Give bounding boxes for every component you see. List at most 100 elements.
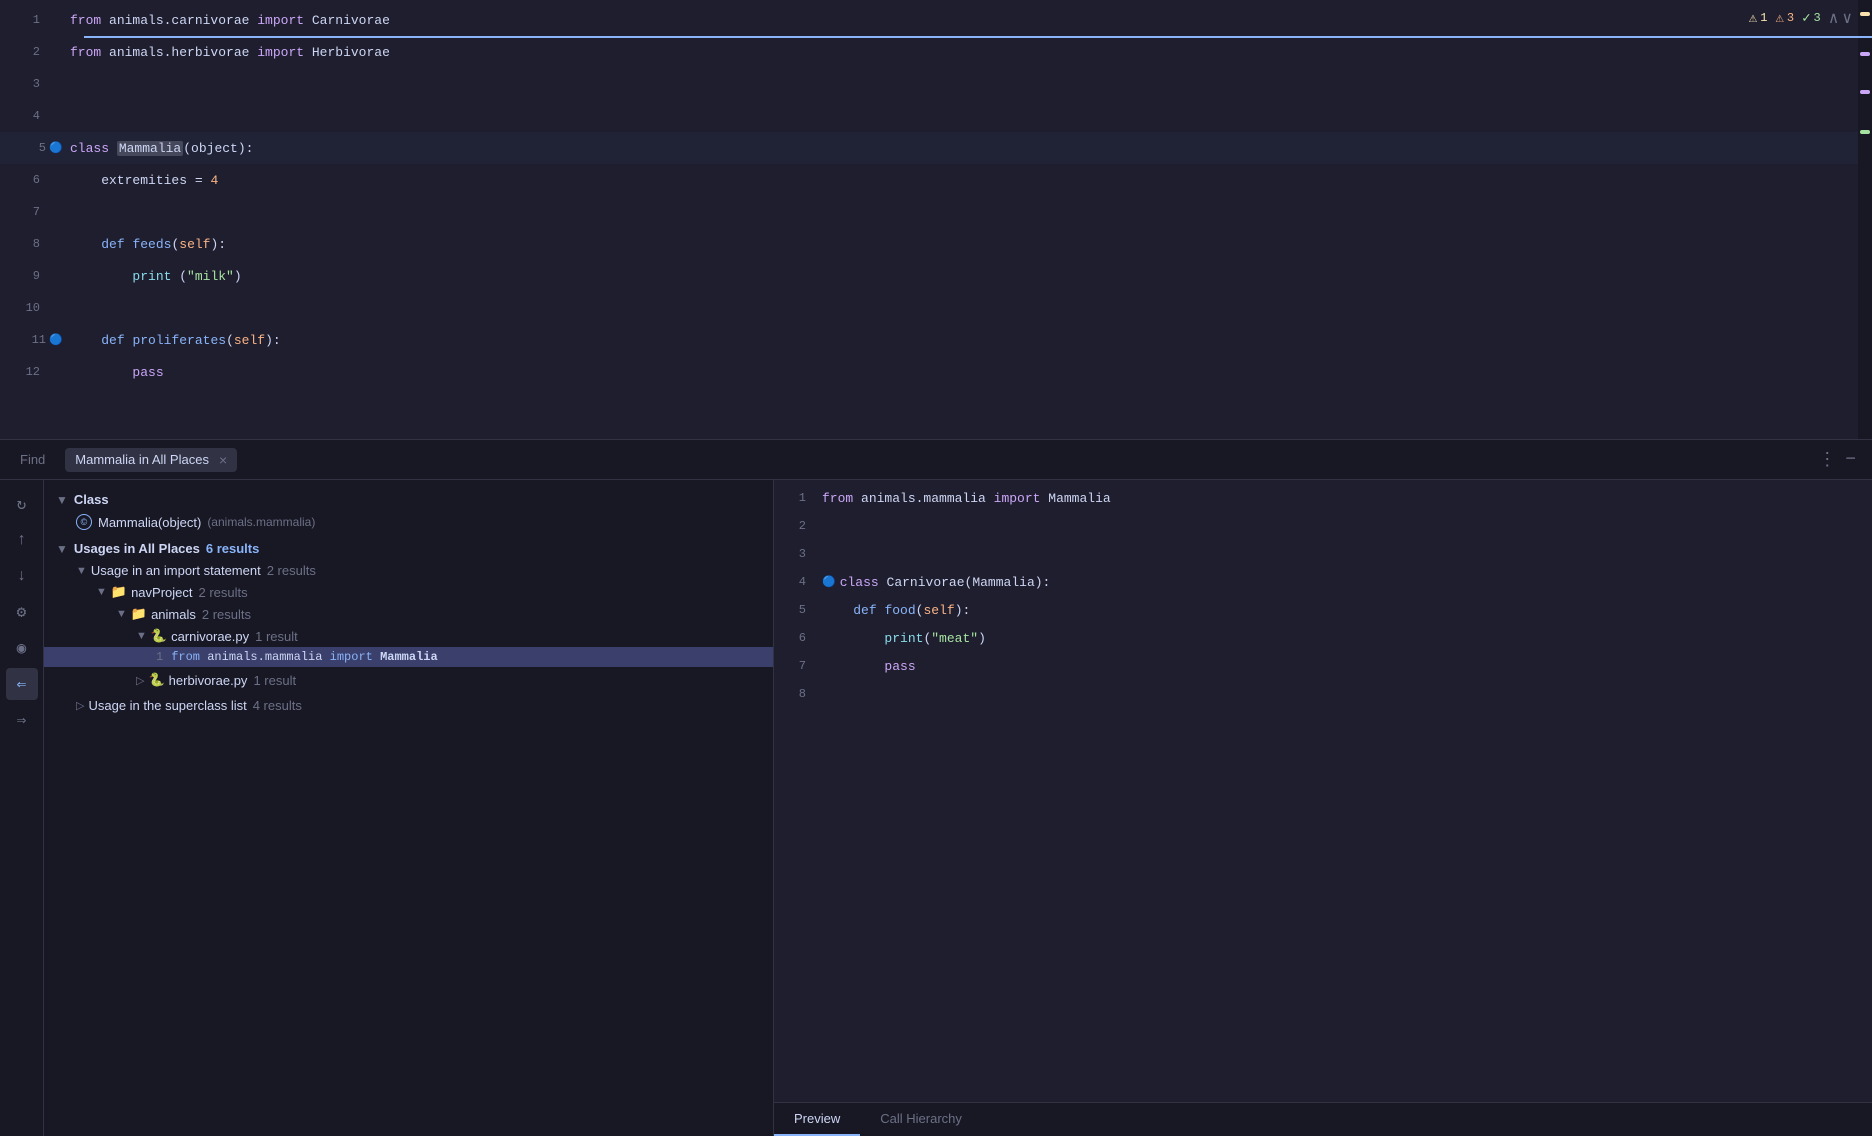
sidebar-icon-left-arrow[interactable]: ⇐ [6, 668, 38, 700]
preview-line-num: 2 [782, 512, 822, 540]
keyword-self: self [234, 333, 265, 348]
code-text [125, 237, 133, 252]
result-line-item[interactable]: 1 from animals.mammalia import Mammalia [44, 647, 773, 667]
line-number: 12 [18, 365, 40, 379]
result-from-keyword: from [171, 650, 200, 664]
keyword-class: class [70, 141, 109, 156]
kw-from: from [822, 491, 853, 506]
chevron-icon: ▼ [96, 586, 107, 598]
chevron-icon: ▼ [136, 630, 147, 642]
tab-close-button[interactable]: × [219, 452, 227, 468]
three-dot-menu[interactable]: ⋮ [1818, 449, 1837, 471]
gutter-icon-5[interactable]: 🔵 [46, 141, 66, 155]
code-text [109, 141, 117, 156]
preview-line-num: 3 [782, 540, 822, 568]
method-name-food: food [884, 603, 915, 618]
superclass-count: 4 results [253, 698, 302, 713]
sidebar-icon-settings[interactable]: ⚙ [6, 596, 38, 628]
editor-section: 1 2 3 4 [0, 0, 1872, 440]
code-editor[interactable]: from animals.carnivorae import Carnivora… [70, 0, 1858, 439]
scroll-marker-purple [1860, 52, 1870, 56]
string-meat: "meat" [931, 631, 978, 646]
carnivorae-file-item[interactable]: ▼ 🐍 carnivorae.py 1 result [44, 625, 773, 647]
tab-preview[interactable]: Preview [774, 1103, 860, 1136]
class-section-label: Class [74, 492, 109, 507]
code-indent [822, 603, 853, 618]
chevron-icon: ▼ [76, 565, 87, 577]
warning-badge-1[interactable]: ⚠ 1 [1749, 10, 1768, 27]
import-group-item[interactable]: ▼ Usage in an import statement 2 results [44, 560, 773, 581]
line-num-row: 2 [0, 36, 70, 68]
keyword-import: import [257, 13, 304, 28]
minimize-button[interactable]: − [1845, 450, 1856, 470]
line-number: 8 [18, 237, 40, 251]
sidebar-icon-right-arrow[interactable]: ⇒ [6, 704, 38, 736]
find-tree-panel: ▼ Class © Mammalia(object) (animals.mamm… [44, 480, 774, 1136]
line-num-row: 9 [0, 260, 70, 292]
code-indent [70, 269, 132, 284]
tab-call-hierarchy[interactable]: Call Hierarchy [860, 1103, 982, 1136]
code-indent [822, 631, 884, 646]
navigation-chevrons: ∧ ∨ [1829, 8, 1852, 28]
breadcrumb-bar: Mammalia [0, 439, 1872, 440]
preview-line-num: 8 [782, 680, 822, 708]
line-number: 6 [18, 173, 40, 187]
code-text: ): [210, 237, 226, 252]
kw-pass: pass [884, 659, 915, 674]
kw-class: class [840, 575, 879, 590]
code-text: animals.carnivorae [101, 13, 257, 28]
code-line-1: from animals.carnivorae import Carnivora… [70, 4, 1858, 36]
preview-line-2: 2 [774, 512, 1872, 540]
animals-folder-item[interactable]: ▼ 📁 animals 2 results [44, 603, 773, 625]
nav-project-count: 2 results [199, 585, 248, 600]
carnivorae-label: carnivorae.py [171, 629, 249, 644]
preview-line-num: 4 [782, 568, 822, 596]
status-indicators: ⚠ 1 ⚠ 3 ✓ 3 ∧ ∨ [1749, 8, 1852, 28]
usages-count: 6 results [206, 541, 259, 556]
scroll-marker-purple-2 [1860, 90, 1870, 94]
tab-mammalia[interactable]: Mammalia in All Places × [65, 448, 237, 472]
warning-count-2: 3 [1787, 11, 1794, 25]
preview-line-num: 1 [782, 484, 822, 512]
superclass-group-item[interactable]: ▷ Usage in the superclass list 4 results [44, 695, 773, 716]
gutter-icon-11[interactable]: 🔵 [46, 333, 66, 347]
nav-project-item[interactable]: ▼ 📁 navProject 2 results [44, 581, 773, 603]
code-line-9: print ( "milk" ) [70, 260, 1858, 292]
chevron-down[interactable]: ∨ [1842, 8, 1852, 28]
chevron-up[interactable]: ∧ [1829, 8, 1839, 28]
class-item-mammalia[interactable]: © Mammalia(object) (animals.mammalia) [44, 511, 773, 533]
kw-import: import [994, 491, 1041, 506]
code-text [877, 603, 885, 618]
line-number: 3 [18, 77, 40, 91]
chevron-icon: ▼ [116, 608, 127, 620]
preview-line-7: 7 pass [774, 652, 1872, 680]
sidebar-icons: ↻ ↑ ↓ ⚙ ◉ ⇐ ⇒ [0, 480, 44, 1136]
code-line-7 [70, 196, 1858, 228]
keyword-from: from [70, 45, 101, 60]
tab-actions: ⋮ − [1818, 449, 1856, 471]
code-line-6: extremities = 4 [70, 164, 1858, 196]
class-section-header[interactable]: ▼ Class [44, 488, 773, 511]
result-line-num: 1 [156, 650, 163, 664]
editor-scrollbar[interactable] [1858, 0, 1872, 439]
usages-section-header[interactable]: ▼ Usages in All Places 6 results [44, 537, 773, 560]
bottom-content: ↻ ↑ ↓ ⚙ ◉ ⇐ ⇒ ▼ Class © [0, 480, 1872, 1136]
number-literal: 4 [210, 173, 218, 188]
keyword-from: from [70, 13, 101, 28]
line-num-row: 5 🔵 [0, 132, 70, 164]
sidebar-icon-eye[interactable]: ◉ [6, 632, 38, 664]
result-text: from animals.mammalia import Mammalia [171, 650, 437, 664]
usages-label: Usages in All Places [74, 541, 200, 556]
ok-badge[interactable]: ✓ 3 [1802, 10, 1821, 27]
herbivorae-count: 1 result [253, 673, 296, 688]
import-count: 2 results [267, 563, 316, 578]
tab-find[interactable]: Find [16, 444, 49, 475]
sidebar-icon-up[interactable]: ↑ [6, 524, 38, 556]
warning-badge-2[interactable]: ⚠ 3 [1775, 10, 1794, 27]
preview-line-num: 5 [782, 596, 822, 624]
herbivorae-label: herbivorae.py [169, 673, 248, 688]
sidebar-icon-down[interactable]: ↓ [6, 560, 38, 592]
herbivorae-file-item[interactable]: ▷ 🐍 herbivorae.py 1 result [44, 669, 773, 691]
code-text: Carnivorae [304, 13, 390, 28]
sidebar-icon-refresh[interactable]: ↻ [6, 488, 38, 520]
